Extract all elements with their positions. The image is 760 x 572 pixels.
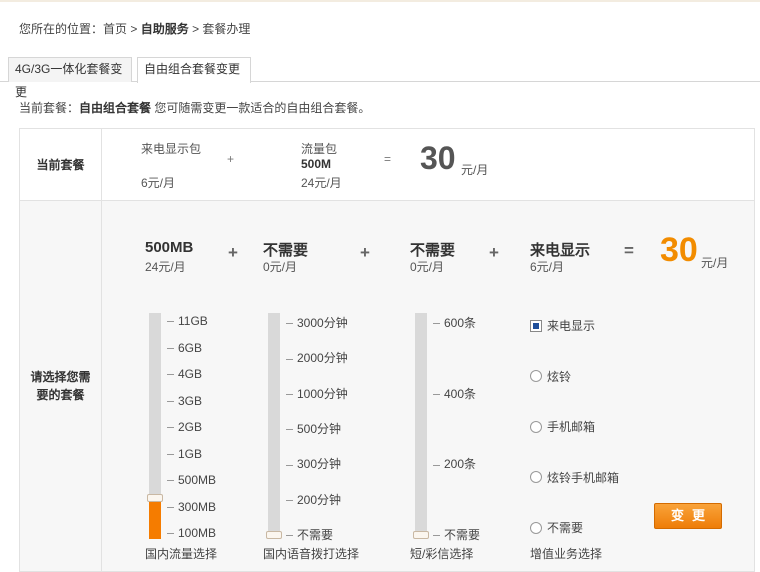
slider-tick-label[interactable]: 300MB	[167, 500, 216, 514]
slider-tick-label[interactable]: 6GB	[167, 341, 202, 355]
radio-icon[interactable]	[530, 420, 542, 433]
vas-option[interactable]: 手机邮箱	[530, 418, 595, 435]
note-plan-name: 自由组合套餐	[79, 101, 152, 115]
vas-caption: 增值业务选择	[530, 547, 603, 561]
top-divider	[0, 0, 760, 2]
radio-icon[interactable]	[530, 370, 542, 382]
sms-slider-handle[interactable]	[413, 531, 429, 539]
current-plan-label: 当前套餐	[20, 129, 102, 200]
plan-panel: 当前套餐 来电显示包 6元/月 + 流量包 500M 24元/月 = 30 元/…	[19, 128, 755, 572]
vas-option[interactable]: 炫铃手机邮箱	[530, 469, 619, 486]
current-item2-value: 500M	[301, 157, 332, 171]
current-item1-price: 6元/月	[141, 176, 176, 190]
slider-tick-label[interactable]: 500MB	[167, 473, 216, 487]
voice-selected-value: 不需要	[263, 242, 309, 259]
radio-icon[interactable]	[530, 521, 542, 534]
slider-tick-label[interactable]: 3000分钟	[286, 314, 348, 331]
breadcrumb-separator: >	[127, 22, 141, 36]
vas-option-label: 不需要	[547, 521, 584, 535]
current-item1-name: 来电显示包	[141, 142, 202, 156]
plan-selection-row: 请选择您需要的套餐 500MB 24元/月 + 不需要 0元/月 + 不需要 0…	[20, 201, 754, 571]
plus-sign: +	[227, 152, 235, 166]
breadcrumb: 您所在的位置：首页 > 自助服务 > 套餐办理	[19, 20, 250, 37]
plus-sign: +	[228, 243, 238, 262]
voice-selected-price: 0元/月	[263, 260, 298, 274]
equals-sign: =	[624, 241, 634, 260]
slider-tick-label[interactable]: 不需要	[286, 526, 333, 543]
slider-tick-label[interactable]: 100MB	[167, 526, 216, 540]
voice-slider-handle[interactable]	[266, 531, 282, 539]
vas-option[interactable]: 来电显示	[530, 317, 595, 334]
current-item2-name: 流量包	[301, 142, 338, 156]
selection-label: 请选择您需要的套餐	[20, 201, 102, 571]
selected-total-unit: 元/月	[701, 256, 729, 270]
sms-selected-value: 不需要	[410, 242, 456, 259]
plus-sign: +	[489, 243, 499, 262]
breadcrumb-current: 套餐办理	[202, 22, 251, 36]
sms-slider-track[interactable]	[415, 313, 427, 539]
data-slider-caption: 国内流量选择	[145, 547, 218, 561]
radio-icon[interactable]	[530, 471, 542, 483]
current-item2-price: 24元/月	[301, 176, 342, 190]
vas-selected-value: 来电显示	[530, 242, 591, 259]
breadcrumb-separator: >	[188, 22, 203, 36]
checkbox-checked-icon[interactable]	[530, 319, 542, 332]
slider-tick-label[interactable]: 400条	[433, 385, 476, 402]
slider-tick-label[interactable]: 2000分钟	[286, 349, 348, 366]
breadcrumb-home-link[interactable]: 首页	[103, 22, 127, 36]
vas-option-label: 炫铃手机邮箱	[547, 470, 620, 485]
current-total-unit: 元/月	[461, 163, 489, 177]
data-slider-track[interactable]	[149, 313, 161, 539]
tab-bar: 4G/3G一体化套餐变更 自由组合套餐变更	[0, 57, 760, 99]
current-plan-row: 当前套餐 来电显示包 6元/月 + 流量包 500M 24元/月 = 30 元/…	[20, 129, 754, 201]
vas-option-label: 炫铃	[547, 369, 572, 384]
plus-sign: +	[360, 243, 370, 262]
vas-option[interactable]: 不需要	[530, 519, 583, 536]
current-total-price: 30	[420, 140, 456, 176]
vas-selected-price: 6元/月	[530, 260, 565, 274]
change-plan-button[interactable]: 变更	[654, 503, 722, 529]
selected-total-price: 30	[660, 231, 698, 269]
tab-free-combo-plan-change[interactable]: 自由组合套餐变更	[137, 57, 251, 83]
breadcrumb-prefix: 您所在的位置：	[19, 22, 104, 36]
vas-option-label: 来电显示	[547, 319, 596, 333]
data-selected-price: 24元/月	[145, 260, 186, 274]
data-slider-handle[interactable]	[147, 494, 163, 503]
slider-tick-label[interactable]: 600条	[433, 314, 476, 331]
equals-sign: =	[384, 152, 392, 166]
note-prefix: 当前套餐：	[19, 101, 80, 115]
current-plan-note: 当前套餐：自由组合套餐 您可随需变更一款适合的自由组合套餐。	[19, 99, 370, 116]
data-slider-fill	[149, 498, 161, 539]
vas-option[interactable]: 炫铃	[530, 368, 571, 385]
voice-slider-track[interactable]	[268, 313, 280, 539]
slider-tick-label[interactable]: 200条	[433, 455, 476, 472]
breadcrumb-service-link[interactable]: 自助服务	[141, 22, 189, 36]
slider-tick-label[interactable]: 200分钟	[286, 491, 341, 508]
tab-4g3g-plan-change[interactable]: 4G/3G一体化套餐变更	[8, 57, 132, 99]
data-selected-value: 500MB	[145, 239, 194, 256]
slider-tick-label[interactable]: 4GB	[167, 367, 202, 381]
sms-slider-caption: 短/彩信选择	[410, 547, 474, 561]
slider-tick-label[interactable]: 1000分钟	[286, 385, 348, 402]
slider-tick-label[interactable]: 500分钟	[286, 420, 341, 437]
slider-tick-label[interactable]: 不需要	[433, 526, 480, 543]
slider-tick-label[interactable]: 300分钟	[286, 455, 341, 472]
voice-slider-caption: 国内语音拨打选择	[263, 547, 360, 561]
vas-option-label: 手机邮箱	[547, 420, 596, 434]
slider-tick-label[interactable]: 2GB	[167, 420, 202, 434]
slider-tick-label[interactable]: 3GB	[167, 394, 202, 408]
sms-selected-price: 0元/月	[410, 260, 445, 274]
slider-tick-label[interactable]: 11GB	[167, 314, 208, 328]
note-text: 您可随需变更一款适合的自由组合套餐。	[151, 101, 371, 115]
slider-tick-label[interactable]: 1GB	[167, 447, 202, 461]
